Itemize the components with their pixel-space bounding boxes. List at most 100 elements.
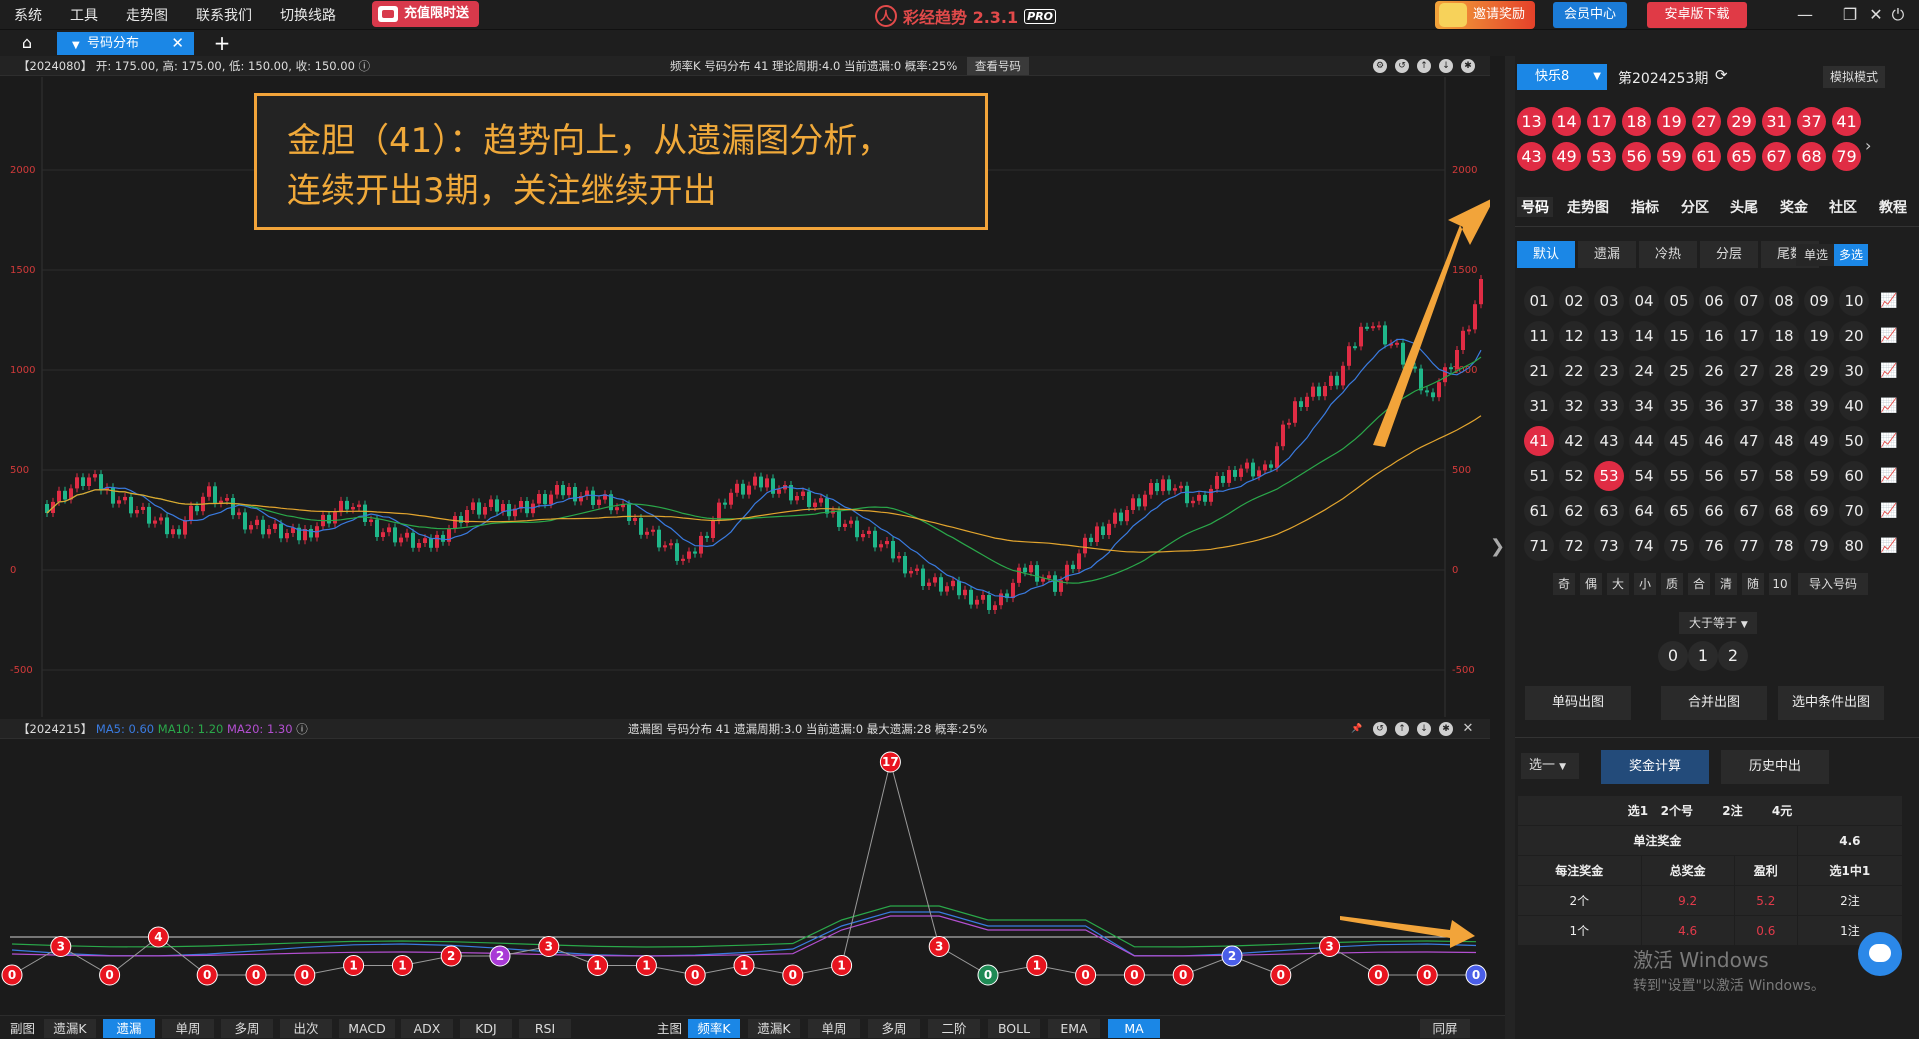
number-ball[interactable]: 73 xyxy=(1594,531,1624,561)
number-ball[interactable]: 02 xyxy=(1559,286,1589,316)
number-ball[interactable]: 28 xyxy=(1769,356,1799,386)
sub-tab-kdj[interactable]: KDJ xyxy=(460,1019,512,1038)
main-tab-single-cycle[interactable]: 单周期 xyxy=(808,1019,860,1038)
trend-chart-icon[interactable]: 📈 xyxy=(1878,290,1900,312)
filter-button[interactable]: 随 xyxy=(1742,573,1764,595)
number-ball[interactable]: 48 xyxy=(1769,426,1799,456)
move-down-icon[interactable]: ↓ xyxy=(1439,59,1453,73)
main-tab-ma[interactable]: MA xyxy=(1108,1019,1160,1038)
number-ball[interactable]: 58 xyxy=(1769,461,1799,491)
filter-button[interactable]: 10 xyxy=(1769,573,1791,595)
filter-button[interactable]: 合 xyxy=(1688,573,1710,595)
number-ball[interactable]: 59 xyxy=(1804,461,1834,491)
panel-tab[interactable]: 指标 xyxy=(1631,197,1659,217)
same-screen-button[interactable]: 同屏 xyxy=(1420,1019,1470,1038)
info-icon[interactable]: ⓘ xyxy=(296,722,308,736)
number-ball[interactable]: 24 xyxy=(1629,356,1659,386)
panel-tab[interactable]: 分区 xyxy=(1681,197,1709,217)
number-ball[interactable]: 77 xyxy=(1734,531,1764,561)
number-ball[interactable]: 79 xyxy=(1804,531,1834,561)
move-up-icon[interactable]: ↑ xyxy=(1417,59,1431,73)
main-tab-freq-k[interactable]: 频率K xyxy=(688,1019,740,1038)
config-icon[interactable]: ✱ xyxy=(1461,59,1475,73)
number-ball[interactable]: 29 xyxy=(1804,356,1834,386)
mock-mode-button[interactable]: 模拟模式 xyxy=(1823,66,1885,88)
number-ball[interactable]: 43 xyxy=(1594,426,1624,456)
trend-chart-icon[interactable]: 📈 xyxy=(1878,535,1900,557)
number-ball[interactable]: 32 xyxy=(1559,391,1589,421)
sub-tab[interactable]: 遗漏 xyxy=(1578,241,1636,268)
count-option[interactable]: 2 xyxy=(1718,641,1748,671)
number-ball[interactable]: 07 xyxy=(1734,286,1764,316)
number-ball[interactable]: 23 xyxy=(1594,356,1624,386)
trend-chart-icon[interactable]: 📈 xyxy=(1878,325,1900,347)
settings-icon[interactable]: ⚙ xyxy=(1373,59,1387,73)
lottery-select[interactable]: 快乐8 ▼ xyxy=(1517,64,1607,90)
number-ball[interactable]: 72 xyxy=(1559,531,1589,561)
sub-tab-rsi[interactable]: RSI xyxy=(519,1019,571,1038)
trend-chart-icon[interactable]: 📈 xyxy=(1878,430,1900,452)
config-icon[interactable]: ✱ xyxy=(1439,722,1453,736)
menu-trend[interactable]: 走势图 xyxy=(126,5,168,25)
filter-button[interactable]: 偶 xyxy=(1580,573,1602,595)
number-ball[interactable]: 50 xyxy=(1839,426,1869,456)
number-ball[interactable]: 34 xyxy=(1629,391,1659,421)
number-ball[interactable]: 01 xyxy=(1524,286,1554,316)
trend-chart-icon[interactable]: 📈 xyxy=(1878,360,1900,382)
sub-tab-miss-k[interactable]: 遗漏K xyxy=(44,1019,96,1038)
number-ball[interactable]: 03 xyxy=(1594,286,1624,316)
pick-select[interactable]: 选一 ▼ xyxy=(1521,753,1579,779)
number-ball[interactable]: 39 xyxy=(1804,391,1834,421)
menu-system[interactable]: 系统 xyxy=(14,5,42,25)
number-ball[interactable]: 61 xyxy=(1524,496,1554,526)
number-ball[interactable]: 63 xyxy=(1594,496,1624,526)
number-ball[interactable]: 10 xyxy=(1839,286,1869,316)
number-ball[interactable]: 41 xyxy=(1524,426,1554,456)
android-download-button[interactable]: 安卓版下载 xyxy=(1647,2,1747,28)
collapse-panel-icon[interactable]: ❯ xyxy=(1490,536,1505,557)
add-tab-icon[interactable]: + xyxy=(207,32,237,54)
power-icon[interactable]: ⏻ xyxy=(1878,3,1918,27)
sub-tab-multi-cycle[interactable]: 多周期 xyxy=(221,1019,273,1038)
compare-select[interactable]: 大于等于 ▼ xyxy=(1679,612,1757,634)
number-ball[interactable]: 54 xyxy=(1629,461,1659,491)
number-ball[interactable]: 46 xyxy=(1699,426,1729,456)
panel-tab[interactable]: 社区 xyxy=(1829,197,1857,217)
sub-tab[interactable]: 默认 xyxy=(1517,241,1575,268)
recharge-promo-button[interactable]: 充值限时送 xyxy=(372,1,480,27)
number-ball[interactable]: 68 xyxy=(1769,496,1799,526)
main-tab-miss-k[interactable]: 遗漏K xyxy=(748,1019,800,1038)
number-ball[interactable]: 52 xyxy=(1559,461,1589,491)
tab-number-distribution[interactable]: ▼ 号码分布 ✕ xyxy=(57,32,194,55)
number-ball[interactable]: 26 xyxy=(1699,356,1729,386)
number-ball[interactable]: 20 xyxy=(1839,321,1869,351)
number-ball[interactable]: 17 xyxy=(1734,321,1764,351)
chevron-right-icon[interactable]: › xyxy=(1865,136,1871,155)
number-ball[interactable]: 56 xyxy=(1699,461,1729,491)
number-ball[interactable]: 38 xyxy=(1769,391,1799,421)
pin-icon[interactable]: 📌 xyxy=(1350,722,1364,736)
number-ball[interactable]: 76 xyxy=(1699,531,1729,561)
number-ball[interactable]: 65 xyxy=(1664,496,1694,526)
single-chart-button[interactable]: 单码出图 xyxy=(1525,686,1631,720)
main-tab-ema[interactable]: EMA xyxy=(1048,1019,1100,1038)
number-ball[interactable]: 57 xyxy=(1734,461,1764,491)
number-ball[interactable]: 42 xyxy=(1559,426,1589,456)
number-ball[interactable]: 22 xyxy=(1559,356,1589,386)
number-ball[interactable]: 35 xyxy=(1664,391,1694,421)
move-down-icon[interactable]: ↓ xyxy=(1417,722,1431,736)
number-ball[interactable]: 25 xyxy=(1664,356,1694,386)
minimize-icon[interactable]: — xyxy=(1785,3,1825,27)
sub-tab[interactable]: 分层 xyxy=(1700,241,1758,268)
history-button[interactable]: 历史中出 xyxy=(1721,750,1829,784)
number-ball[interactable]: 80 xyxy=(1839,531,1869,561)
number-ball[interactable]: 08 xyxy=(1769,286,1799,316)
number-ball[interactable]: 70 xyxy=(1839,496,1869,526)
trend-chart-icon[interactable]: 📈 xyxy=(1878,500,1900,522)
number-ball[interactable]: 11 xyxy=(1524,321,1554,351)
invite-reward-button[interactable]: 邀请奖励 xyxy=(1435,1,1535,29)
number-ball[interactable]: 69 xyxy=(1804,496,1834,526)
number-ball[interactable]: 71 xyxy=(1524,531,1554,561)
single-select-toggle[interactable]: 单选 xyxy=(1796,244,1836,266)
number-ball[interactable]: 18 xyxy=(1769,321,1799,351)
